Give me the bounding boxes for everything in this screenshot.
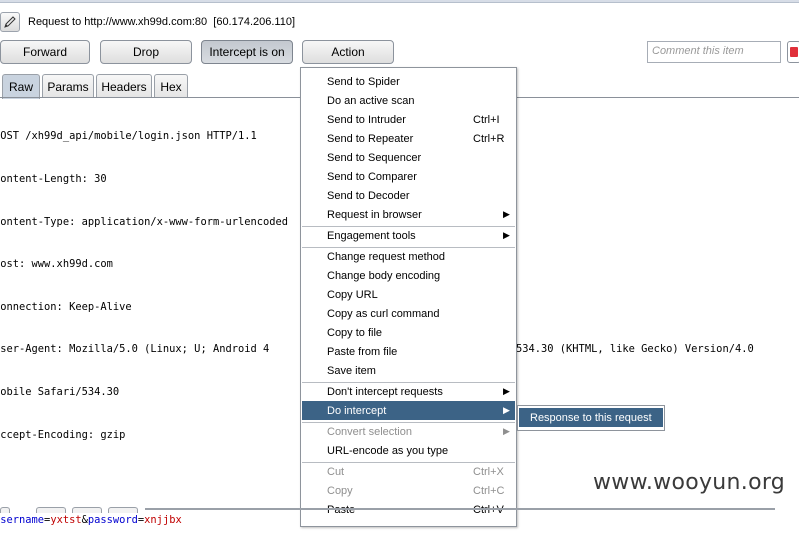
menu-item-label: Do an active scan — [327, 94, 415, 107]
menu-item-active-scan[interactable]: Do an active scan — [302, 91, 515, 110]
menu-item-send-to-spider[interactable]: Send to Spider — [302, 72, 515, 91]
menu-item-label: Change body encoding — [327, 269, 441, 282]
menu-item-label: Don't intercept requests — [327, 385, 443, 398]
menu-item-label: Cut — [327, 465, 345, 478]
menu-item-label: Save item — [327, 364, 376, 377]
bottom-search-bar — [145, 508, 775, 510]
param-value: xnjjbx — [144, 513, 182, 526]
tab-headers[interactable]: Headers — [96, 74, 152, 98]
tab-hex[interactable]: Hex — [154, 74, 188, 98]
menu-item-label: Send to Repeater — [327, 132, 414, 145]
menu-item-copy-as-curl[interactable]: Copy as curl command — [302, 304, 515, 323]
submenu-arrow-icon: ▶ — [503, 209, 510, 219]
menu-item-shortcut: Ctrl+X — [473, 465, 504, 478]
menu-item-change-body-encoding[interactable]: Change body encoding — [302, 266, 515, 285]
request-title: Request to http://www.xh99d.com:80 [60.1… — [28, 16, 296, 28]
menu-item-do-intercept[interactable]: Do intercept ▶ — [302, 401, 515, 420]
submenu-arrow-icon: ▶ — [503, 386, 510, 396]
menu-item-change-request-method[interactable]: Change request method — [302, 247, 515, 266]
intercept-toggle-button[interactable]: Intercept is on — [201, 40, 293, 64]
menu-item-label: Copy — [327, 484, 353, 497]
tab-raw[interactable]: Raw — [2, 74, 40, 99]
bottom-tab[interactable] — [36, 507, 66, 513]
bottom-tab[interactable] — [108, 507, 138, 513]
menu-item-send-to-comparer[interactable]: Send to Comparer — [302, 167, 515, 186]
menu-item-engagement-tools[interactable]: Engagement tools ▶ — [302, 226, 515, 245]
action-button[interactable]: Action — [302, 40, 394, 64]
menu-item-label: Send to Spider — [327, 75, 400, 88]
menu-item-copy-to-file[interactable]: Copy to file — [302, 323, 515, 342]
submenu-arrow-icon: ▶ — [503, 405, 510, 415]
menu-item-label: Response to this request — [530, 411, 652, 424]
menu-item-copy[interactable]: Copy Ctrl+C — [302, 481, 515, 500]
menu-item-label: Copy as curl command — [327, 307, 440, 320]
pencil-icon[interactable] — [0, 12, 20, 32]
submenu-arrow-icon: ▶ — [503, 230, 510, 240]
user-agent-head: User-Agent: Mozilla/5.0 (Linux; U; Andro… — [0, 343, 270, 356]
tab-params[interactable]: Params — [42, 74, 94, 98]
forward-button[interactable]: Forward — [0, 40, 90, 64]
menu-item-shortcut: Ctrl+R — [473, 132, 505, 145]
menu-item-label: Paste from file — [327, 345, 398, 358]
menu-item-url-encode[interactable]: URL-encode as you type — [302, 441, 515, 460]
user-agent-tail: 534.30 (KHTML, like Gecko) Version/4.0 — [516, 343, 754, 356]
param-name: password — [87, 513, 138, 526]
menu-item-send-to-sequencer[interactable]: Send to Sequencer — [302, 148, 515, 167]
bottom-tab[interactable] — [0, 507, 10, 513]
menu-item-label: Send to Decoder — [327, 189, 410, 202]
menu-item-shortcut: Ctrl+C — [473, 484, 505, 497]
menu-item-label: Change request method — [327, 250, 446, 263]
menu-item-response-to-this-request[interactable]: Response to this request — [519, 408, 663, 427]
menu-item-label: URL-encode as you type — [327, 444, 449, 457]
menu-item-label: Engagement tools — [327, 229, 416, 242]
menu-item-label: Send to Comparer — [327, 170, 417, 183]
highlight-color-picker[interactable] — [787, 41, 799, 63]
menu-item-label: Copy URL — [327, 288, 378, 301]
menu-item-label: Request in browser — [327, 208, 422, 221]
menu-item-dont-intercept[interactable]: Don't intercept requests ▶ — [302, 382, 515, 401]
menu-item-cut[interactable]: Cut Ctrl+X — [302, 462, 515, 481]
bottom-tab[interactable] — [72, 507, 102, 513]
menu-item-shortcut: Ctrl+I — [473, 113, 500, 126]
menu-item-send-to-intruder[interactable]: Send to Intruder Ctrl+I — [302, 110, 515, 129]
menu-item-convert-selection[interactable]: Convert selection ▶ — [302, 422, 515, 441]
do-intercept-submenu: Response to this request — [517, 405, 665, 431]
menu-item-label: Send to Intruder — [327, 113, 406, 126]
param-value: yxtst — [50, 513, 82, 526]
watermark: www.wooyun.org — [593, 470, 786, 495]
param-name: username — [0, 513, 45, 526]
menu-item-label: Send to Sequencer — [327, 151, 422, 164]
menu-item-paste-from-file[interactable]: Paste from file — [302, 342, 515, 361]
menu-item-label: Copy to file — [327, 326, 383, 339]
pencil-glyph — [4, 16, 16, 28]
menu-item-send-to-repeater[interactable]: Send to Repeater Ctrl+R — [302, 129, 515, 148]
menu-item-request-in-browser[interactable]: Request in browser ▶ — [302, 205, 515, 224]
context-menu: Send to Spider Do an active scan Send to… — [300, 67, 517, 527]
menu-item-save-item[interactable]: Save item — [302, 361, 515, 380]
submenu-arrow-icon: ▶ — [503, 426, 510, 436]
comment-field[interactable]: Comment this item — [647, 41, 781, 63]
menu-item-send-to-decoder[interactable]: Send to Decoder — [302, 186, 515, 205]
menu-item-label: Convert selection — [327, 425, 412, 438]
menu-item-label: Do intercept — [327, 404, 387, 417]
drop-button[interactable]: Drop — [100, 40, 192, 64]
window-top-border — [0, 0, 799, 3]
color-swatch-icon — [790, 47, 798, 57]
menu-item-copy-url[interactable]: Copy URL — [302, 285, 515, 304]
